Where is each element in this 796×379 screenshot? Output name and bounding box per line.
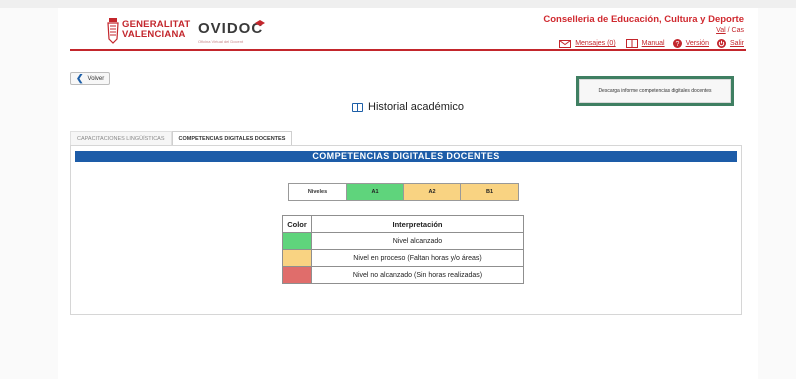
levels-legend: Niveles A1 A2 B1 bbox=[288, 183, 519, 201]
interpretation-text: Nivel no alcanzado (Sin horas realizadas… bbox=[311, 266, 524, 284]
ovidoc-name: OVIDOC bbox=[198, 20, 264, 37]
lang-val-link[interactable]: Val bbox=[716, 27, 726, 34]
salir-link[interactable]: Salir bbox=[730, 40, 744, 47]
browser-top-strip bbox=[0, 0, 796, 8]
manual-link[interactable]: Manual bbox=[642, 40, 665, 47]
level-a1: A1 bbox=[347, 184, 404, 200]
ovidoc-logo[interactable]: OVIDOC Oficina Virtual del Docent bbox=[198, 20, 278, 46]
gv-logo-line2: VALENCIANA bbox=[122, 29, 186, 40]
lang-cas-link[interactable]: Cas bbox=[732, 27, 744, 34]
color-header: Color bbox=[282, 215, 312, 233]
page-title-text: Historial académico bbox=[368, 101, 464, 113]
mensajes-link[interactable]: Mensajes (0) bbox=[575, 40, 615, 47]
ovidoc-subtitle: Oficina Virtual del Docent bbox=[198, 39, 244, 44]
level-a2: A2 bbox=[404, 184, 461, 200]
header-divider bbox=[70, 49, 746, 51]
page-container: GENERALITAT VALENCIANA OVIDOC Oficina Vi… bbox=[58, 8, 758, 379]
table-row: Nivel en proceso (Faltan horas y/o áreas… bbox=[282, 249, 524, 267]
interpretation-table: Color Interpretación Nivel alcanzado Niv… bbox=[282, 215, 524, 284]
version-link[interactable]: Versión bbox=[686, 40, 709, 47]
tab-bar: CAPACITACIONES LINGÜÍSTICAS COMPETENCIAS… bbox=[70, 131, 293, 146]
envelope-icon[interactable] bbox=[559, 39, 572, 48]
table-header-row: Color Interpretación bbox=[282, 215, 524, 233]
levels-label: Niveles bbox=[289, 184, 347, 200]
generalitat-emblem-icon bbox=[107, 18, 119, 44]
language-switcher: Val / Cas bbox=[716, 27, 744, 34]
tab-competencias[interactable]: COMPETENCIAS DIGITALES DOCENTES bbox=[171, 131, 293, 146]
descarga-button[interactable]: Descarga informe competencias digitales … bbox=[579, 79, 731, 103]
tab-capacitaciones[interactable]: CAPACITACIONES LINGÜÍSTICAS bbox=[70, 131, 172, 146]
descarga-highlight: Descarga informe competencias digitales … bbox=[576, 76, 734, 106]
interpretation-header: Interpretación bbox=[311, 215, 524, 233]
book-icon bbox=[352, 102, 363, 112]
interpretation-text: Nivel alcanzado bbox=[311, 232, 524, 250]
level-b1: B1 bbox=[461, 184, 518, 200]
color-swatch bbox=[282, 249, 312, 267]
volver-label: Volver bbox=[87, 75, 105, 82]
lang-separator: / bbox=[727, 27, 730, 34]
org-title: Conselleria de Educación, Cultura y Depo… bbox=[543, 14, 744, 25]
tab-panel: COMPETENCIAS DIGITALES DOCENTES Niveles … bbox=[70, 145, 742, 315]
generalitat-logo[interactable]: GENERALITAT VALENCIANA bbox=[106, 17, 210, 47]
color-swatch bbox=[282, 266, 312, 284]
help-icon[interactable]: ? bbox=[672, 39, 682, 48]
table-row: Nivel alcanzado bbox=[282, 232, 524, 250]
mortarboard-icon bbox=[255, 20, 265, 26]
manual-book-icon[interactable] bbox=[625, 39, 638, 48]
power-icon[interactable] bbox=[716, 39, 726, 48]
page-title: Historial académico bbox=[352, 101, 464, 113]
svg-text:?: ? bbox=[675, 41, 679, 48]
interpretation-text: Nivel en proceso (Faltan horas y/o áreas… bbox=[311, 249, 524, 267]
chevron-left-icon: ❮ bbox=[76, 73, 84, 83]
table-row: Nivel no alcanzado (Sin horas realizadas… bbox=[282, 266, 524, 284]
volver-button[interactable]: ❮ Volver bbox=[70, 72, 110, 85]
color-swatch bbox=[282, 232, 312, 250]
header-links: Mensajes (0) Manual ? Versión Salir bbox=[559, 39, 744, 48]
panel-banner: COMPETENCIAS DIGITALES DOCENTES bbox=[75, 151, 737, 162]
